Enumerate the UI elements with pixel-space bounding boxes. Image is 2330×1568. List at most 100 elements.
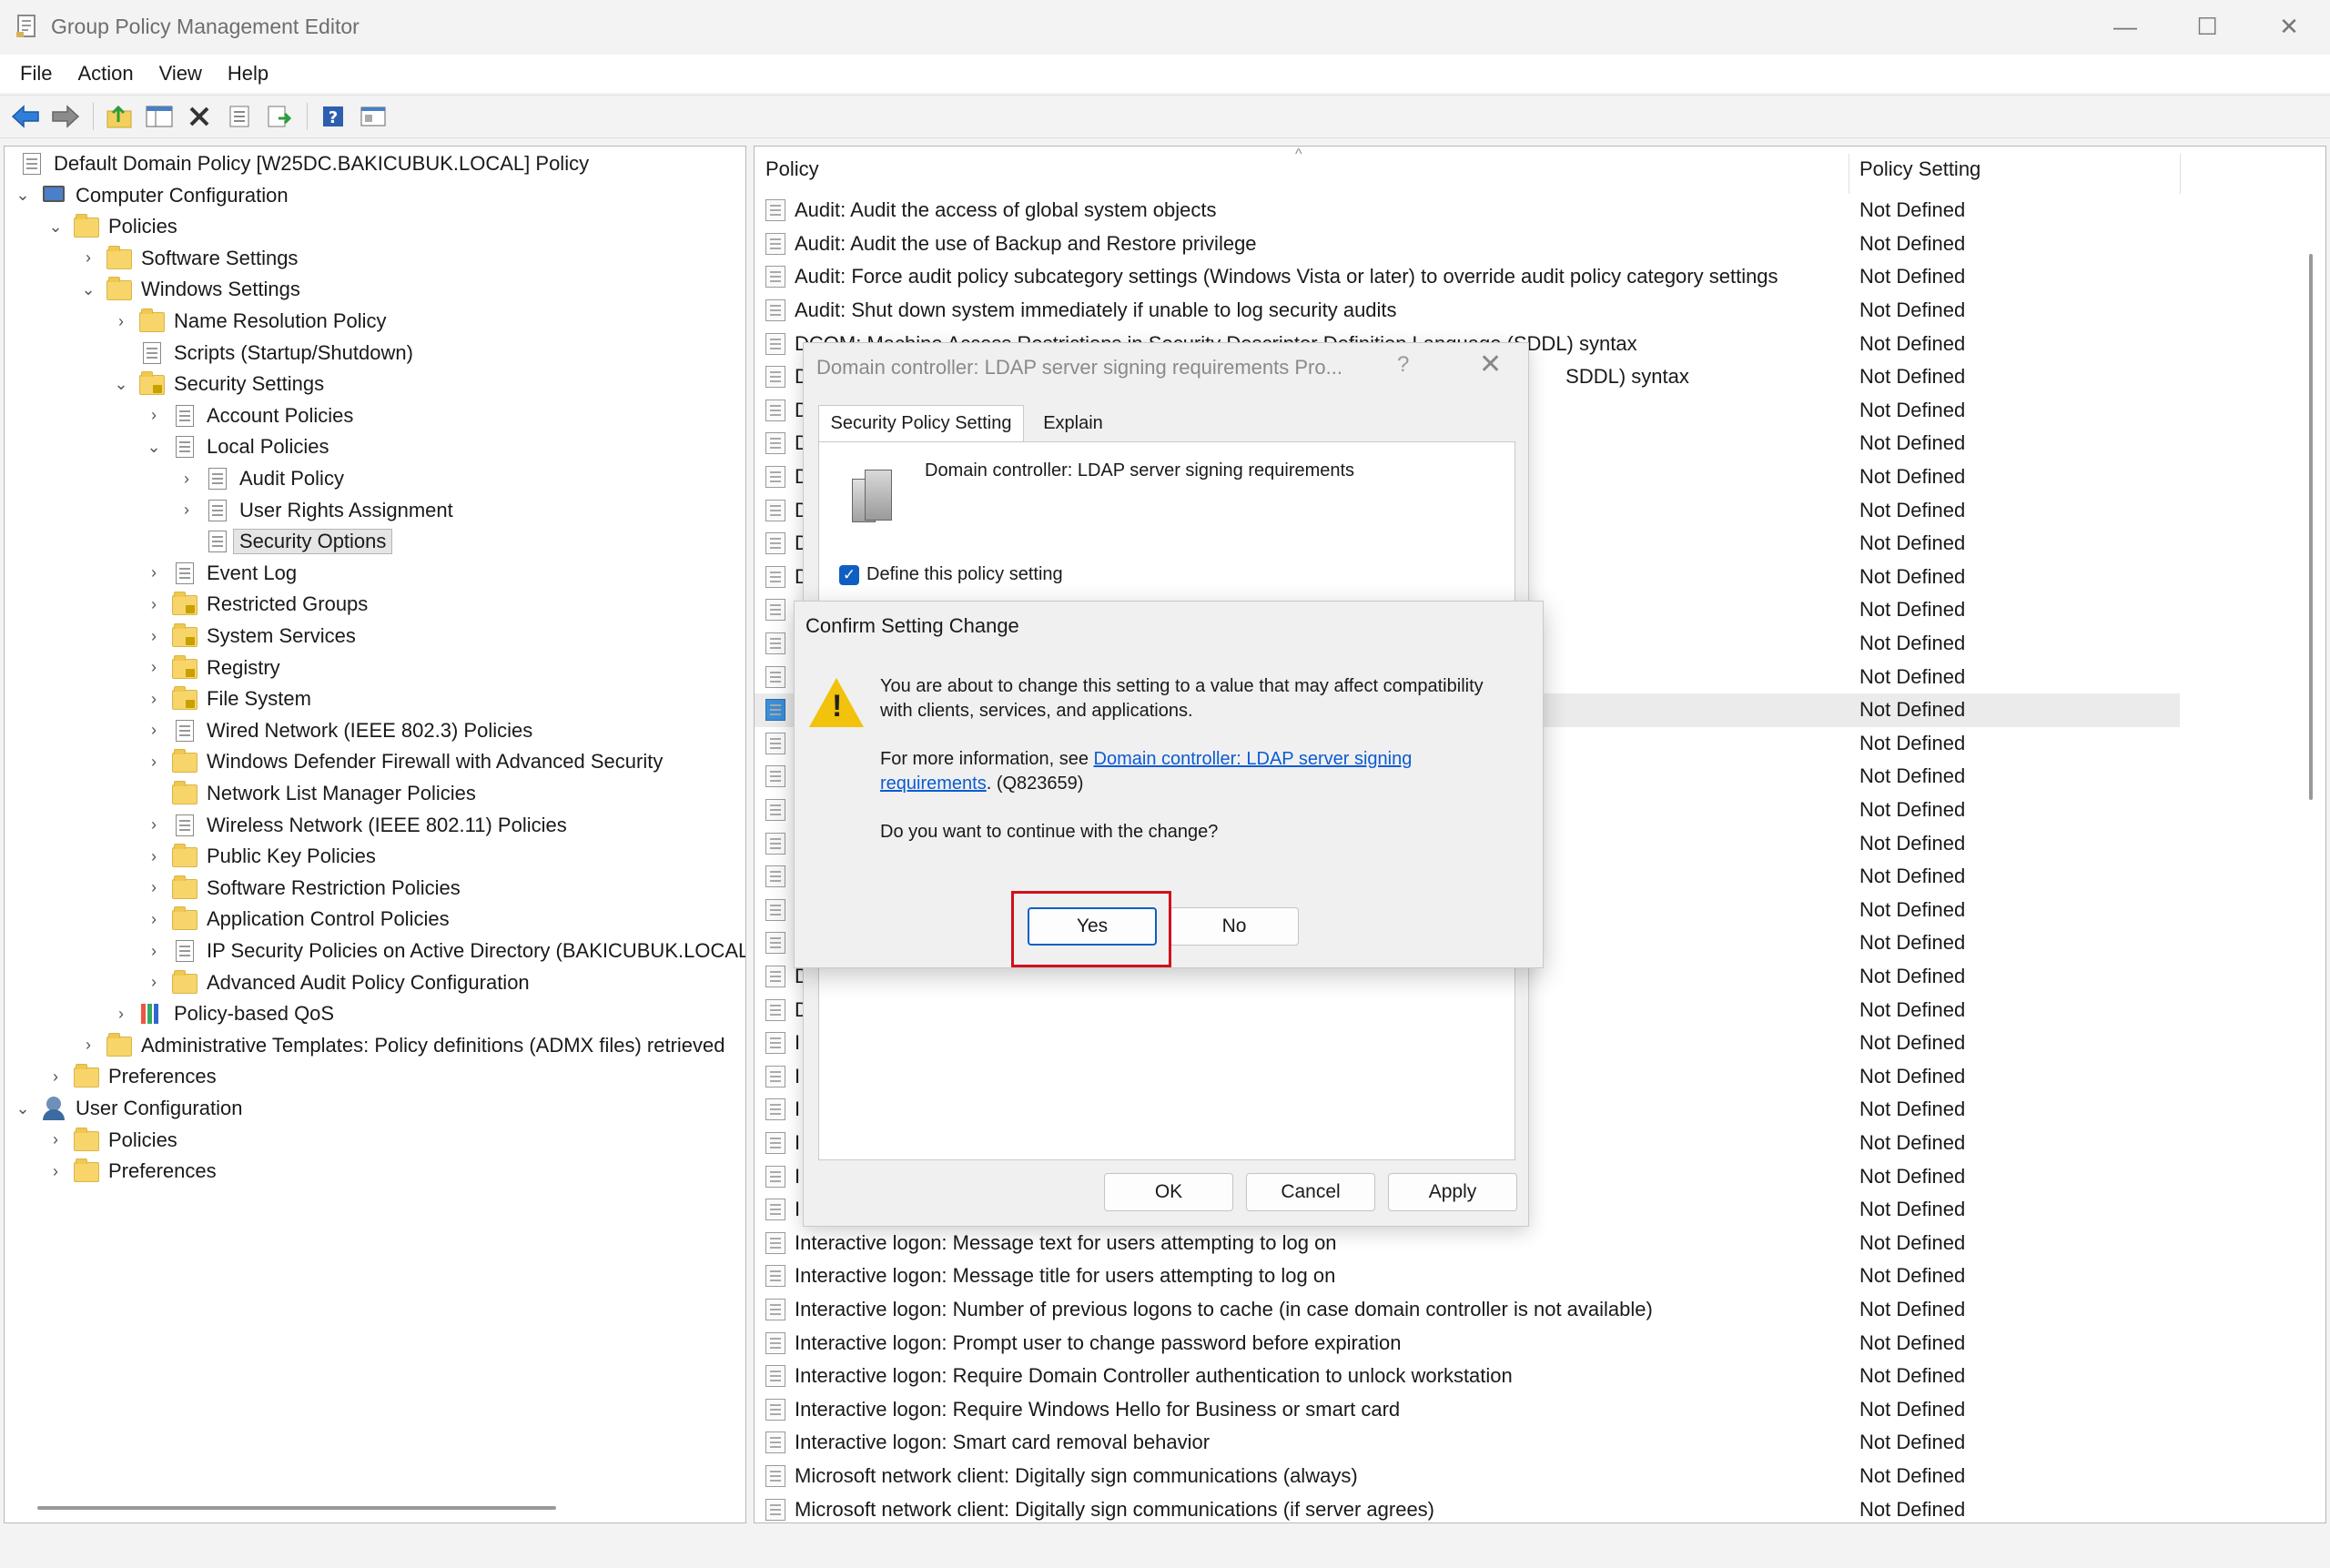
chevron-right-icon[interactable]: › xyxy=(145,558,163,589)
tree-item[interactable]: ⌄ Local Policies xyxy=(145,431,329,462)
tree-item[interactable]: › Audit Policy xyxy=(177,463,344,494)
tree-item[interactable]: › Public Key Policies xyxy=(145,841,376,872)
menu-help[interactable]: Help xyxy=(215,62,281,86)
policy-row[interactable]: Audit: Audit the access of global system… xyxy=(755,194,2180,228)
chevron-right-icon[interactable]: › xyxy=(145,746,163,777)
tree-item[interactable]: › Software Restriction Policies xyxy=(145,873,461,904)
tree-item[interactable]: ⌄ Security Settings xyxy=(112,369,324,400)
tree-item[interactable]: › IP Security Policies on Active Director… xyxy=(145,936,745,966)
tree-item[interactable]: › Wired Network (IEEE 802.3) Policies xyxy=(145,715,532,746)
tree-item[interactable]: › Account Policies xyxy=(145,400,353,431)
tree-item[interactable]: › Wireless Network (IEEE 802.11) Policies xyxy=(145,810,567,841)
menu-view[interactable]: View xyxy=(147,62,215,86)
column-header-policy[interactable]: Policy xyxy=(765,157,819,181)
close-icon[interactable]: ✕ xyxy=(1479,349,1502,380)
chevron-right-icon[interactable]: › xyxy=(145,936,163,966)
policy-help-link-continued[interactable]: requirements xyxy=(880,774,987,794)
tab-security-policy-setting[interactable]: Security Policy Setting xyxy=(818,405,1024,441)
chevron-right-icon[interactable]: › xyxy=(46,1125,65,1156)
menu-action[interactable]: Action xyxy=(65,62,146,86)
help-button[interactable]: ? xyxy=(1397,352,1409,378)
tree-item[interactable]: › Software Settings xyxy=(79,243,298,274)
define-policy-checkbox[interactable]: ✓ xyxy=(839,565,859,585)
chevron-right-icon[interactable]: › xyxy=(112,998,130,1029)
chevron-right-icon[interactable]: › xyxy=(145,621,163,652)
tree-item[interactable]: Security Options xyxy=(177,526,393,557)
policy-row[interactable]: Interactive logon: Smart card removal be… xyxy=(755,1426,2180,1460)
cancel-button[interactable]: Cancel xyxy=(1246,1173,1375,1211)
properties-icon[interactable] xyxy=(223,100,256,133)
show-hide-tree-icon[interactable] xyxy=(143,100,176,133)
tree-item[interactable]: Network List Manager Policies xyxy=(145,778,476,809)
tree-item[interactable]: › Preferences xyxy=(46,1061,217,1092)
tree-item[interactable]: Scripts (Startup/Shutdown) xyxy=(112,338,413,369)
chevron-right-icon[interactable]: › xyxy=(177,463,196,494)
chevron-right-icon[interactable]: › xyxy=(145,967,163,998)
help-icon[interactable]: ? xyxy=(317,100,350,133)
tree-item[interactable]: ⌄ Computer Configuration xyxy=(14,180,288,211)
maximize-button[interactable]: ☐ xyxy=(2166,0,2248,53)
tab-explain[interactable]: Explain xyxy=(1028,405,1119,441)
tree-item[interactable]: › Policy-based QoS xyxy=(112,998,334,1029)
policy-row[interactable]: Interactive logon: Message title for use… xyxy=(755,1259,2180,1293)
chevron-right-icon[interactable]: › xyxy=(46,1156,65,1187)
back-arrow-icon[interactable] xyxy=(9,100,42,133)
policy-row[interactable]: Audit: Shut down system immediately if u… xyxy=(755,294,2180,328)
chevron-right-icon[interactable]: › xyxy=(145,589,163,620)
column-header-policy-setting[interactable]: Policy Setting xyxy=(1859,157,1980,181)
policy-row[interactable]: Interactive logon: Prompt user to change… xyxy=(755,1326,2180,1360)
chevron-right-icon[interactable]: › xyxy=(145,400,163,431)
policy-row[interactable]: Microsoft network client: Digitally sign… xyxy=(755,1460,2180,1493)
delete-icon[interactable] xyxy=(183,100,216,133)
tree-item[interactable]: › File System xyxy=(145,683,311,714)
chevron-right-icon[interactable]: › xyxy=(79,243,97,274)
tree-horizontal-scrollbar[interactable] xyxy=(37,1506,556,1510)
tree-item[interactable]: › System Services xyxy=(145,621,356,652)
ok-button[interactable]: OK xyxy=(1104,1173,1233,1211)
tree-item[interactable]: › Application Control Policies xyxy=(145,904,450,935)
menu-file[interactable]: File xyxy=(7,62,65,86)
policy-row[interactable]: Microsoft network client: Digitally sign… xyxy=(755,1492,2180,1522)
chevron-right-icon[interactable]: › xyxy=(145,683,163,714)
policy-row[interactable]: Interactive logon: Require Windows Hello… xyxy=(755,1393,2180,1427)
export-list-icon[interactable] xyxy=(263,100,296,133)
policy-row[interactable]: Interactive logon: Number of previous lo… xyxy=(755,1293,2180,1327)
apply-button[interactable]: Apply xyxy=(1388,1173,1517,1211)
policy-row[interactable]: Interactive logon: Require Domain Contro… xyxy=(755,1360,2180,1393)
tree-item[interactable]: Default Domain Policy [W25DC.BAKICUBUK.L… xyxy=(10,148,589,179)
chevron-down-icon[interactable]: ⌄ xyxy=(46,211,65,242)
tree-item[interactable]: › Administrative Templates: Policy defini… xyxy=(79,1030,725,1061)
tree-item[interactable]: › Policies xyxy=(46,1125,177,1156)
tree-item[interactable]: › Preferences xyxy=(46,1156,217,1187)
chevron-right-icon[interactable]: › xyxy=(145,904,163,935)
close-window-button[interactable]: ✕ xyxy=(2248,0,2330,53)
chevron-right-icon[interactable]: › xyxy=(145,652,163,683)
chevron-right-icon[interactable]: › xyxy=(177,495,196,526)
up-folder-icon[interactable] xyxy=(103,100,136,133)
policy-row[interactable]: Interactive logon: Message text for user… xyxy=(755,1227,2180,1260)
minimize-button[interactable]: — xyxy=(2084,0,2166,53)
tree-item[interactable]: ⌄ User Configuration xyxy=(14,1093,242,1124)
chevron-right-icon[interactable]: › xyxy=(145,841,163,872)
list-vertical-scrollbar[interactable] xyxy=(2309,254,2313,800)
policy-row[interactable]: Audit: Audit the use of Backup and Resto… xyxy=(755,228,2180,261)
chevron-down-icon[interactable]: ⌄ xyxy=(14,1093,32,1124)
chevron-right-icon[interactable]: › xyxy=(145,715,163,746)
tree-item[interactable]: › Registry xyxy=(145,652,280,683)
forward-arrow-icon[interactable] xyxy=(49,100,82,133)
tree-item[interactable]: › Advanced Audit Policy Configuration xyxy=(145,967,530,998)
chevron-down-icon[interactable]: ⌄ xyxy=(14,180,32,211)
chevron-right-icon[interactable]: › xyxy=(46,1061,65,1092)
tree-item[interactable]: › Windows Defender Firewall with Advanced… xyxy=(145,746,663,777)
column-divider[interactable] xyxy=(2180,154,2181,194)
policy-row[interactable]: Audit: Force audit policy subcategory se… xyxy=(755,260,2180,294)
chevron-right-icon[interactable]: › xyxy=(79,1030,97,1061)
chevron-right-icon[interactable]: › xyxy=(112,306,130,337)
tree-item[interactable]: ⌄ Windows Settings xyxy=(79,274,300,305)
chevron-right-icon[interactable]: › xyxy=(145,873,163,904)
policy-help-link[interactable]: Domain controller: LDAP server signing xyxy=(1094,749,1413,769)
tree-item[interactable]: ⌄ Policies xyxy=(46,211,177,242)
action-pane-icon[interactable] xyxy=(357,100,390,133)
tree-item[interactable]: › User Rights Assignment xyxy=(177,495,453,526)
chevron-down-icon[interactable]: ⌄ xyxy=(112,369,130,400)
